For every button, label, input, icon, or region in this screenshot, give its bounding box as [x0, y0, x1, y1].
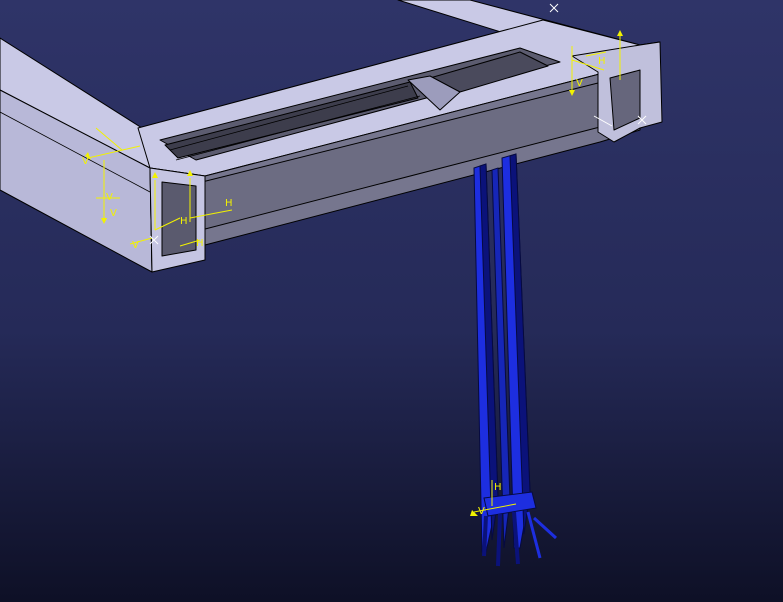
- constraint-label-v1: V: [106, 192, 113, 203]
- constraint-label-h3: H: [196, 238, 204, 249]
- constraint-label-h4: H: [598, 56, 606, 67]
- constraint-label-h5: H: [494, 482, 502, 493]
- 3d-viewport[interactable]: H H H V V V V H V H V: [0, 0, 783, 602]
- constraint-label-v4: V: [82, 156, 89, 167]
- constraint-label-v3: V: [132, 240, 139, 251]
- constraint-label-v5: V: [576, 78, 583, 89]
- constraint-label-v6: V: [478, 506, 485, 517]
- constraint-label-v2: V: [110, 208, 117, 219]
- cad-scene[interactable]: H H H V V V V H V H V: [0, 0, 783, 602]
- constraint-label-h2: H: [225, 198, 233, 209]
- constraint-label-h1: H: [180, 216, 188, 227]
